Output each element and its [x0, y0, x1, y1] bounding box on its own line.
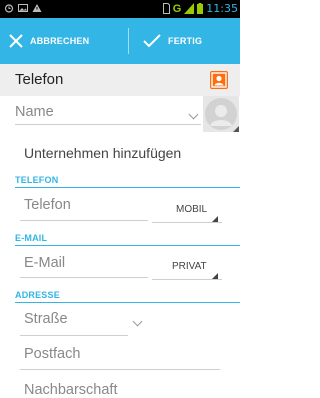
warning-icon [32, 4, 42, 12]
pobox-underline [20, 369, 220, 370]
email-type-underline [152, 279, 222, 280]
contact-photo[interactable] [203, 96, 239, 132]
address-section-divider [15, 302, 240, 303]
checkmark-icon [143, 34, 161, 48]
email-input[interactable]: E-Mail [24, 255, 65, 271]
email-section-header: E-MAIL [15, 233, 48, 243]
phone-type-underline [152, 222, 222, 223]
phone-input[interactable]: Telefon [24, 197, 71, 213]
account-header: Telefon [0, 64, 240, 96]
cancel-label: ABBRECHEN [30, 36, 90, 46]
signal-icon [184, 3, 195, 14]
name-field[interactable]: Name [15, 104, 54, 120]
image-icon [18, 4, 28, 12]
network-type: G [172, 2, 182, 15]
pobox-input[interactable]: Postfach [24, 346, 80, 362]
status-bar: G 11:35 [0, 0, 240, 18]
action-bar: ABBRECHEN FERTIG [0, 18, 240, 64]
alarm-icon [4, 4, 14, 13]
done-label: FERTIG [168, 36, 203, 46]
address-section-header: ADRESSE [15, 290, 60, 300]
contact-account-icon [210, 71, 228, 89]
phone-type-spinner[interactable]: MOBIL [176, 204, 207, 215]
action-bar-divider [128, 28, 129, 54]
status-bar-left [4, 3, 42, 13]
phone-section-header: TELEFON [15, 175, 59, 185]
neighborhood-input[interactable]: Nachbarschaft [24, 382, 118, 398]
cancel-button[interactable]: ABBRECHEN [0, 18, 128, 64]
avatar-icon [205, 98, 239, 132]
email-type-spinner[interactable]: PRIVAT [172, 261, 207, 272]
email-section-divider [15, 245, 240, 246]
expand-address-icon[interactable] [132, 316, 143, 327]
status-bar-right: G 11:35 [162, 2, 238, 15]
street-input[interactable]: Straße [24, 311, 68, 327]
email-underline [20, 277, 148, 278]
name-underline [15, 124, 201, 125]
street-underline [20, 335, 128, 336]
expand-name-icon[interactable] [188, 109, 199, 120]
done-button[interactable]: FERTIG [130, 18, 240, 64]
add-organization-link[interactable]: Unternehmen hinzufügen [24, 145, 181, 161]
clock: 11:35 [206, 2, 238, 15]
close-icon [9, 34, 23, 48]
battery-icon [197, 3, 204, 14]
phone-section-divider [15, 187, 240, 188]
sim-icon [162, 3, 170, 14]
phone-underline [20, 220, 148, 221]
account-label: Telefon [15, 71, 64, 88]
